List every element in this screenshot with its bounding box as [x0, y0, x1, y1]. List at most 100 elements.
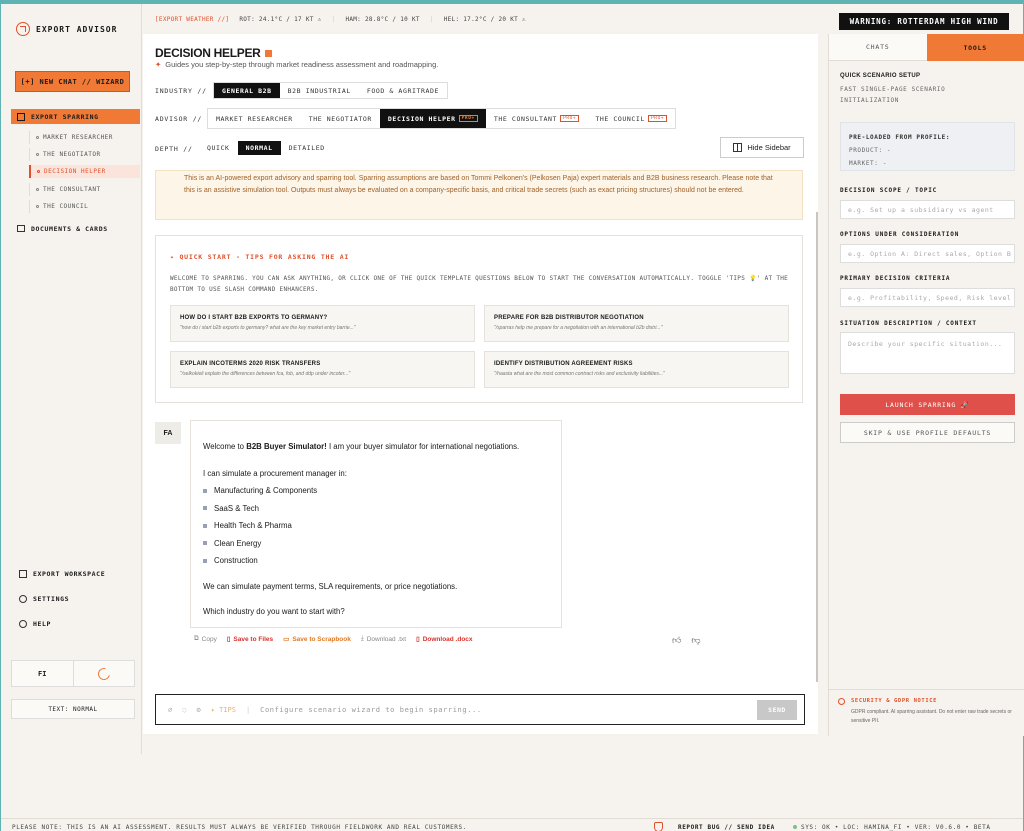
hide-sidebar-button[interactable]: Hide Sidebar — [720, 137, 804, 158]
app-title: EXPORT ADVISOR — [36, 24, 118, 34]
page-subtitle: ✦ Guides you step-by-step through market… — [155, 60, 439, 69]
options-input[interactable]: e.g. Option A: Direct sales, Option B — [840, 244, 1015, 263]
status-dot-icon — [793, 825, 797, 829]
tips-title: ✦ QUICK START - TIPS FOR ASKING THE AI — [170, 253, 350, 261]
avatar: FA — [155, 422, 181, 444]
nav-sub-the-consultant[interactable]: THE CONSULTANT — [29, 183, 140, 196]
main-panel: DECISION HELPER ✦ Guides you step-by-ste… — [143, 34, 818, 734]
grid-icon — [19, 570, 27, 578]
nav-sub-the-council[interactable]: THE COUNCIL — [29, 200, 140, 213]
industry-general-b2b[interactable]: GENERAL B2B — [214, 83, 280, 98]
scrollbar[interactable] — [816, 212, 818, 682]
template-card[interactable]: HOW DO I START B2B EXPORTS TO GERMANY? "… — [170, 305, 475, 342]
message-simulate: We can simulate payment terms, SLA requi… — [203, 581, 458, 591]
feedback: 👍︎ 👎︎ — [672, 635, 701, 646]
compass-icon — [16, 22, 30, 36]
text-size-toggle[interactable]: TEXT: NORMAL — [11, 699, 135, 719]
save-to-scrapbook-button[interactable]: ▭ Save to Scrapbook — [283, 635, 351, 644]
skip-defaults-button[interactable]: SKIP & USE PROFILE DEFAULTS — [840, 422, 1015, 443]
attach-icon[interactable]: ⌀ — [168, 706, 172, 714]
advisor-the-council[interactable]: THE COUNCIL PRO+ — [587, 109, 675, 128]
template-card[interactable]: IDENTIFY DISTRIBUTION AGREEMENT RISKS "/… — [484, 351, 789, 388]
advisor-decision-helper[interactable]: DECISION HELPER PRO+ — [379, 109, 486, 128]
gdpr-notice: SECURITY & GDPR NOTICE GDPR compliant. A… — [829, 689, 1024, 736]
download-icon: ⤓ — [360, 635, 364, 642]
download-docx-button[interactable]: ▯ Download .docx — [416, 635, 472, 644]
advisor-market-researcher[interactable]: MARKET RESEARCHER — [208, 109, 301, 128]
gear-icon — [19, 595, 27, 603]
quick-setup-title: QUICK SCENARIO SETUP — [840, 73, 921, 79]
nav-documents-cards[interactable]: DOCUMENTS & CARDS — [11, 221, 140, 236]
template-card[interactable]: PREPARE FOR B2B DISTRIBUTOR NEGOTIATION … — [484, 305, 789, 342]
theme-toggle[interactable] — [74, 661, 135, 686]
nav-export-sparring[interactable]: EXPORT SPARRING — [11, 109, 140, 124]
send-button[interactable]: SEND — [757, 700, 797, 720]
new-chat-button[interactable]: [+] NEW CHAT // WIZARD — [15, 71, 130, 92]
nav-sub-market-researcher[interactable]: MARKET RESEARCHER — [29, 131, 140, 144]
doc-icon: ▯ — [416, 636, 420, 643]
tab-chats[interactable]: CHATS — [829, 34, 927, 61]
launch-sparring-button[interactable]: LAUNCH SPARRING 🚀 — [840, 394, 1015, 415]
dot-icon — [36, 153, 39, 156]
depth-detailed[interactable]: DETAILED — [281, 141, 333, 155]
copy-button[interactable]: ⧉ Copy — [194, 635, 217, 643]
language-toggle[interactable]: FI — [12, 661, 74, 686]
message-can: I can simulate a procurement manager in: — [203, 468, 347, 478]
nav-settings[interactable]: SETTINGS — [19, 595, 69, 603]
template-card[interactable]: EXPLAIN INCOTERMS 2020 RISK TRANSFERS "/… — [170, 351, 475, 388]
industry-food-agritrade[interactable]: FOOD & AGRITRADE — [359, 83, 447, 98]
mic-icon[interactable]: ◌ — [182, 706, 186, 714]
shield-icon — [838, 698, 845, 705]
square-icon — [264, 49, 272, 57]
depth-quick[interactable]: QUICK — [199, 141, 238, 155]
nav-export-workspace[interactable]: EXPORT WORKSPACE — [19, 570, 105, 578]
app-logo[interactable]: EXPORT ADVISOR — [16, 22, 117, 36]
advisor-selector: MARKET RESEARCHER THE NEGOTIATOR DECISIO… — [207, 108, 677, 129]
list-item: SaaS & Tech — [203, 500, 549, 518]
pro-badge: PRO+ — [458, 115, 478, 122]
download-txt-button[interactable]: ⤓ Download .txt — [361, 635, 406, 643]
industry-b2b-industrial[interactable]: B2B INDUSTRIAL — [280, 83, 359, 98]
advisor-the-negotiator[interactable]: THE NEGOTIATOR — [301, 109, 380, 128]
assistant-message: Welcome to B2B Buyer Simulator! I am you… — [190, 420, 562, 628]
scope-input[interactable]: e.g. Set up a subsidiary vs agent — [840, 200, 1015, 219]
list-item: Construction — [203, 552, 549, 570]
weather-rot: ROT: 24.1°C / 17 KT ⚠ — [239, 16, 322, 23]
pro-badge: PRO+ — [647, 115, 668, 122]
depth-selector: QUICK NORMAL DETAILED — [199, 141, 333, 155]
thumbs-down-icon[interactable]: 👎︎ — [691, 635, 700, 646]
report-bug-link[interactable]: REPORT BUG // SEND IDEA — [678, 824, 775, 831]
save-to-files-button[interactable]: ▯ Save to Files — [227, 635, 273, 644]
thumbs-up-icon[interactable]: 👍︎ — [672, 635, 681, 646]
industry-label: INDUSTRY // — [155, 87, 207, 95]
dot-icon — [36, 188, 39, 191]
system-status: SYS: OK • LOC: HAMINA_FI • VER: V0.6.0 •… — [793, 824, 991, 831]
left-sidebar: EXPORT ADVISOR [+] NEW CHAT // WIZARD EX… — [1, 4, 142, 754]
quick-start-tips: ✦ QUICK START - TIPS FOR ASKING THE AI W… — [155, 235, 803, 403]
nav-sub-decision-helper[interactable]: DECISION HELPER — [29, 165, 140, 178]
tab-tools[interactable]: TOOLS — [926, 34, 1024, 61]
message-question: Which industry do you want to start with… — [203, 607, 345, 616]
depth-label: DEPTH // — [155, 145, 193, 153]
list-item: Manufacturing & Components — [203, 482, 549, 500]
help-icon — [19, 620, 27, 628]
advisor-label: ADVISOR // — [155, 115, 203, 123]
nav-help[interactable]: HELP — [19, 620, 51, 628]
nav-sub-the-negotiator[interactable]: THE NEGOTIATOR — [29, 148, 140, 161]
dot-icon — [36, 136, 39, 139]
footer: PLEASE NOTE: THIS IS AN AI ASSESSMENT. R… — [1, 818, 1023, 831]
depth-normal[interactable]: NORMAL — [237, 141, 281, 155]
pro-badge: PRO+ — [560, 115, 580, 122]
situation-textarea[interactable]: Describe your specific situation... — [840, 332, 1015, 374]
gear-icon[interactable]: ⚙ — [196, 706, 200, 714]
criteria-input[interactable]: e.g. Profitability, Speed, Risk level — [840, 288, 1015, 307]
tips-toggle[interactable]: ✦ TIPS — [211, 706, 236, 714]
industry-list: Manufacturing & Components SaaS & Tech H… — [203, 482, 549, 570]
preloaded-profile: PRE-LOADED FROM PROFILE: PRODUCT: - MARK… — [840, 122, 1015, 171]
chat-input[interactable]: Configure scenario wizard to begin sparr… — [260, 706, 481, 714]
tips-description: WELCOME TO SPARRING. YOU CAN ASK ANYTHIN… — [170, 275, 789, 293]
weather-hel: HEL: 17.2°C / 20 KT ⚠ — [443, 16, 526, 23]
folder-icon — [17, 225, 25, 232]
chat-icon — [17, 112, 25, 121]
advisor-the-consultant[interactable]: THE CONSULTANT PRO+ — [486, 109, 587, 128]
